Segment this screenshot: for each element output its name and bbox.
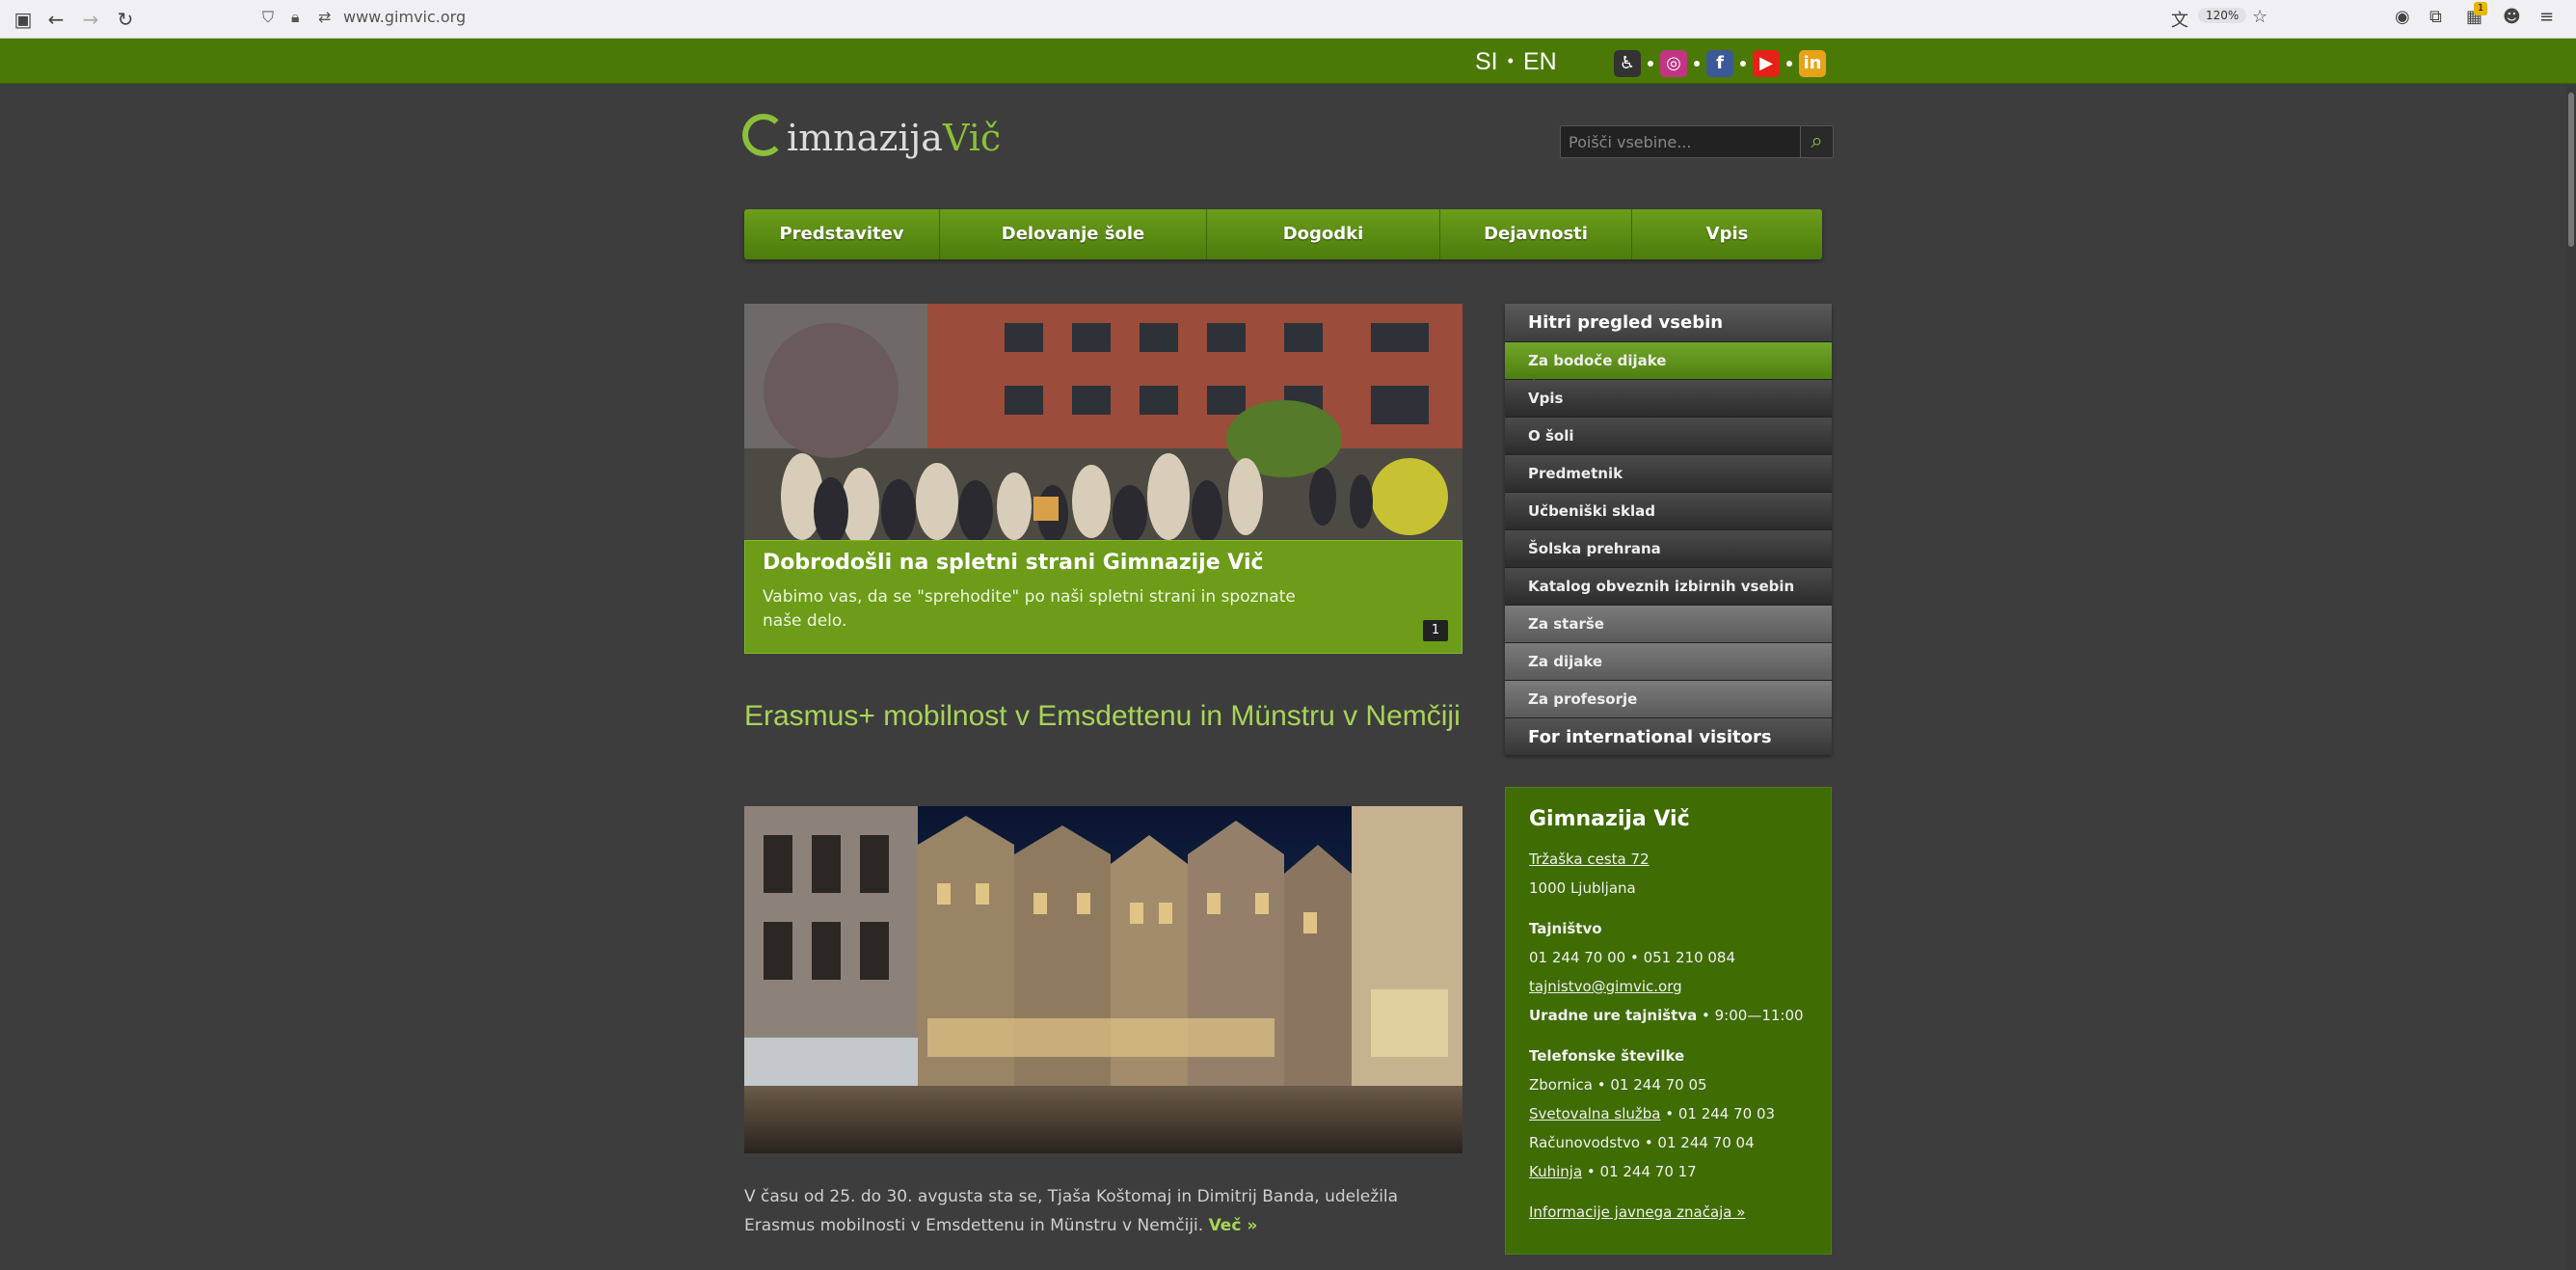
hours-label: Uradne ure tajništva [1529,1007,1698,1024]
hero-text: Vabimo vas, da se "sprehodite" po naši s… [763,587,1296,631]
phone-zbornica: Zbornica • 01 244 70 05 [1529,1076,1707,1094]
nav-delovanje-sole[interactable]: Delovanje šole [940,209,1207,259]
nav-dejavnosti[interactable]: Dejavnosti [1440,209,1632,259]
hero-title[interactable]: Dobrodošli na spletni strani Gimnazije V… [763,551,1264,575]
search-button[interactable]: ⌕ [1800,126,1833,157]
zoom-level[interactable]: 120% [2198,8,2247,23]
counseling-link[interactable]: Svetovalna služba [1529,1105,1660,1122]
secretariat-label: Tajništvo [1529,920,1602,937]
lock-icon[interactable]: 🔒︎ [291,8,300,27]
article-title[interactable]: Erasmus+ mobilnost v Emsdettenu in Münst… [744,696,1462,737]
social-separator-dot [1740,61,1746,67]
quick-menu-item[interactable]: Vpis [1505,379,1832,417]
page-scrollbar[interactable] [2566,85,2576,1270]
article-text: V času od 25. do 30. avgusta sta se, Tja… [744,1187,1399,1235]
url-bar[interactable] [253,4,2277,35]
contact-school-name: Gimnazija Vič [1529,807,1690,831]
quick-menu-title[interactable]: Hitri pregled vsebin [1505,304,1832,341]
hero-caption[interactable]: Dobrodošli na spletni strani Gimnazije V… [744,540,1462,654]
browser-toolbar: ▣ ← → ↻ ⛉ 🔒︎ ⇄ www.gimvic.org 文 120% ☆ ◉… [0,0,2576,39]
menu-icon[interactable]: ≡ [2539,7,2554,27]
scrollbar-thumb[interactable] [2568,93,2574,247]
kitchen-link[interactable]: Kuhinja [1529,1163,1582,1180]
quick-menu-parents[interactable]: Za starše [1505,605,1832,642]
youtube-icon[interactable]: ▶ [1753,50,1780,77]
address-link[interactable]: Tržaška cesta 72 [1529,845,1808,874]
search-input[interactable] [1561,126,1798,157]
quick-menu-students[interactable]: Za dijake [1505,642,1832,680]
contact-box: Gimnazija Vič Tržaška cesta 72 1000 Ljub… [1505,787,1832,1255]
top-strip [0,39,2576,84]
nav-dogodki[interactable]: Dogodki [1207,209,1440,259]
tab-list-icon[interactable]: ▣ [12,8,35,31]
url-text[interactable]: www.gimvic.org [343,8,466,26]
address-city: 1000 Ljubljana [1529,879,1636,897]
counseling-number: • 01 244 70 03 [1660,1105,1776,1122]
bookmark-star-icon[interactable]: ☆ [2252,7,2267,27]
social-separator-dot [1694,61,1700,67]
nav-vpis[interactable]: Vpis [1632,209,1822,259]
profile-icon[interactable]: ☻ [2503,7,2521,27]
site-logo[interactable]: imnazijaVič [742,114,1001,168]
phone-accounting: Računovodstvo • 01 244 70 04 [1529,1134,1755,1151]
hours-value: • 9:00—11:00 [1697,1007,1804,1024]
email-link[interactable]: tajnistvo@gimvic.org [1529,972,1808,1001]
permissions-icon[interactable]: ⇄ [318,8,331,26]
language-switcher: SI • EN [1475,48,1557,76]
forward-icon[interactable]: → [79,8,102,31]
quick-menu-item[interactable]: Učbeniški sklad [1505,492,1832,529]
accessibility-icon[interactable]: ♿ [1614,50,1641,77]
main-nav: Predstavitev Delovanje šole Dogodki Deja… [744,209,1822,259]
nav-predstavitev[interactable]: Predstavitev [744,209,940,259]
logo-text: imnazija [787,117,943,159]
lang-si-link[interactable]: SI [1475,48,1498,76]
kitchen-number: • 01 244 70 17 [1582,1163,1697,1180]
reload-icon[interactable]: ↻ [114,8,137,31]
quick-menu-teachers[interactable]: Za profesorje [1505,680,1832,717]
search-icon: ⌕ [1811,129,1823,153]
account-icon[interactable]: ◉ [2395,7,2410,27]
quick-menu: Hitri pregled vsebin Za bodoče dijake Vp… [1505,304,1832,755]
slider-page-button[interactable]: 1 [1423,620,1448,641]
extension-badge: 1 [2474,2,2487,15]
secretariat-phones: 01 244 70 00 • 051 210 084 [1529,949,1736,966]
quick-menu-item[interactable]: Katalog obveznih izbirnih vsebin [1505,567,1832,605]
search-box: ⌕ [1560,125,1834,158]
extensions-icon[interactable]: ⧉ [2429,7,2442,27]
social-separator-dot [1786,61,1792,67]
social-separator-dot [1648,61,1653,67]
lang-en-link[interactable]: EN [1523,48,1557,76]
public-info-link[interactable]: Informacije javnega značaja » [1529,1198,1808,1227]
logo-accent: Vič [942,117,1002,159]
quick-menu-future-students[interactable]: Za bodoče dijake [1505,341,1832,380]
instagram-icon[interactable]: ◎ [1660,50,1687,77]
issuu-icon[interactable]: in [1799,50,1826,77]
quick-menu-item[interactable]: Predmetnik [1505,454,1832,492]
phones-label: Telefonske številke [1529,1047,1685,1065]
logo-g-mark [742,114,785,156]
back-icon[interactable]: ← [44,8,67,31]
shield-icon[interactable]: ⛉ [262,8,274,27]
facebook-icon[interactable]: f [1706,50,1733,77]
translate-icon[interactable]: 文 [2171,7,2188,32]
quick-menu-item[interactable]: O šoli [1505,417,1832,454]
lang-separator: • [1507,51,1514,70]
quick-menu-international[interactable]: For international visitors [1505,717,1832,755]
hero-image[interactable] [744,304,1462,540]
quick-menu-item[interactable]: Šolska prehrana [1505,529,1832,567]
article-excerpt: V času od 25. do 30. avgusta sta se, Tja… [744,1182,1462,1240]
read-more-link[interactable]: Več » [1209,1216,1258,1235]
article-image[interactable] [744,806,1462,1153]
